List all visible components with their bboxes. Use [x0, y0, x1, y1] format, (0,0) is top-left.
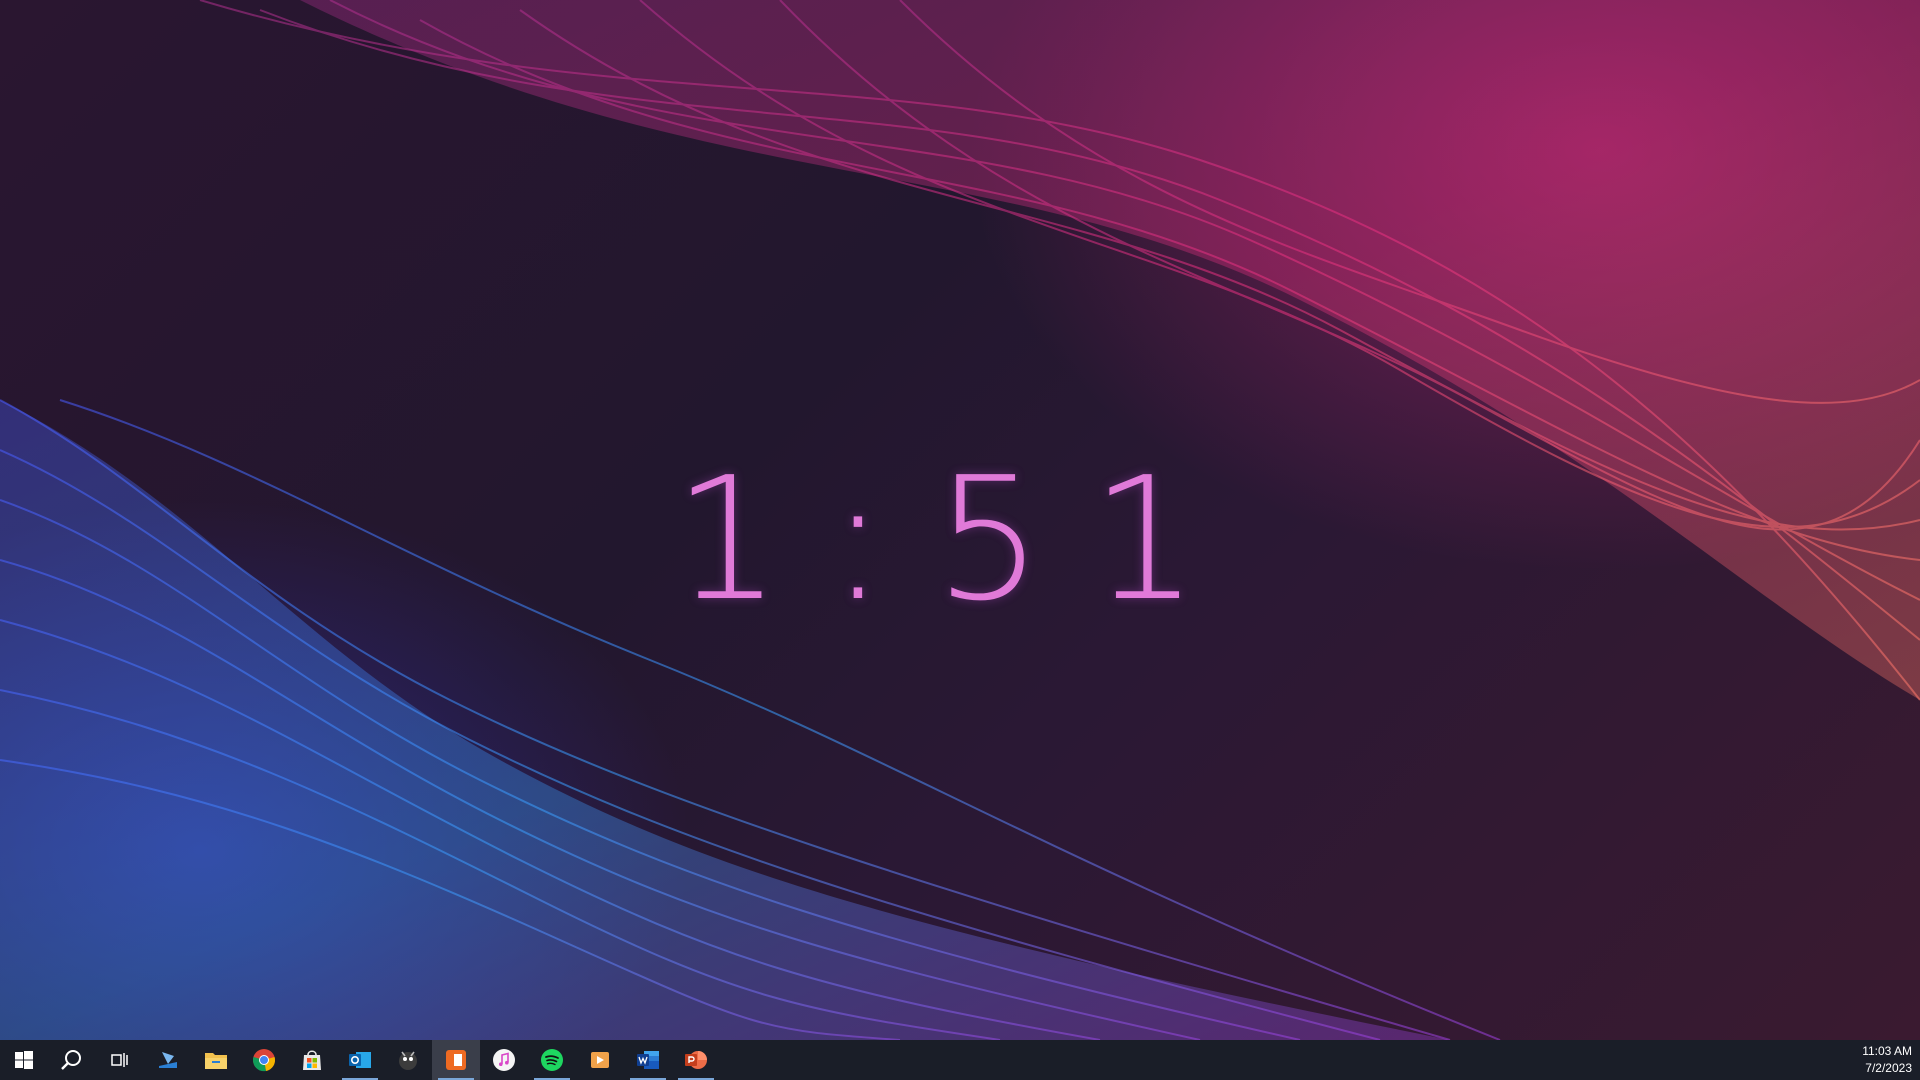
- system-tray-clock[interactable]: 11:03 AM 7/2/2023: [1862, 1040, 1912, 1080]
- app-icon: [399, 1051, 417, 1070]
- taskbar-media-player[interactable]: [576, 1040, 624, 1080]
- powerpoint-icon: [685, 1051, 707, 1069]
- taskbar-spotify[interactable]: [528, 1040, 576, 1080]
- clock-hour: 1: [673, 441, 830, 639]
- music-icon: [493, 1049, 515, 1071]
- play-icon: [591, 1052, 609, 1068]
- chrome-icon: [253, 1049, 275, 1072]
- taskbar-app-3[interactable]: [432, 1040, 480, 1080]
- desktop: 1:51: [0, 0, 1920, 1040]
- word-icon: [637, 1051, 659, 1069]
- clock-minutes-ones: 1: [1090, 441, 1247, 639]
- search-button[interactable]: [48, 1040, 96, 1080]
- outlook-icon: [349, 1052, 371, 1068]
- taskbar-store[interactable]: [288, 1040, 336, 1080]
- start-button[interactable]: [0, 1040, 48, 1080]
- app-icon: [446, 1050, 466, 1070]
- task-view-icon: [111, 1053, 128, 1067]
- clock-separator: :: [829, 441, 935, 639]
- task-view-button[interactable]: [96, 1040, 144, 1080]
- spotify-icon: [541, 1049, 563, 1071]
- countdown-clock: 1:51: [0, 440, 1920, 640]
- tray-date: 7/2/2023: [1865, 1061, 1912, 1075]
- taskbar-powerpoint[interactable]: [672, 1040, 720, 1080]
- taskbar-chrome[interactable]: [240, 1040, 288, 1080]
- taskbar-outlook[interactable]: [336, 1040, 384, 1080]
- clock-minutes-tens: 5: [934, 441, 1091, 639]
- folder-icon: [205, 1053, 227, 1069]
- search-icon: [61, 1050, 81, 1070]
- app-icon: [159, 1052, 177, 1068]
- taskbar: [0, 1040, 1920, 1080]
- taskbar-app-1[interactable]: [144, 1040, 192, 1080]
- taskbar-file-explorer[interactable]: [192, 1040, 240, 1080]
- store-icon: [303, 1050, 321, 1070]
- taskbar-app-2[interactable]: [384, 1040, 432, 1080]
- taskbar-word[interactable]: [624, 1040, 672, 1080]
- windows-logo-icon: [15, 1051, 33, 1069]
- tray-time: 11:03 AM: [1862, 1044, 1912, 1058]
- taskbar-itunes[interactable]: [480, 1040, 528, 1080]
